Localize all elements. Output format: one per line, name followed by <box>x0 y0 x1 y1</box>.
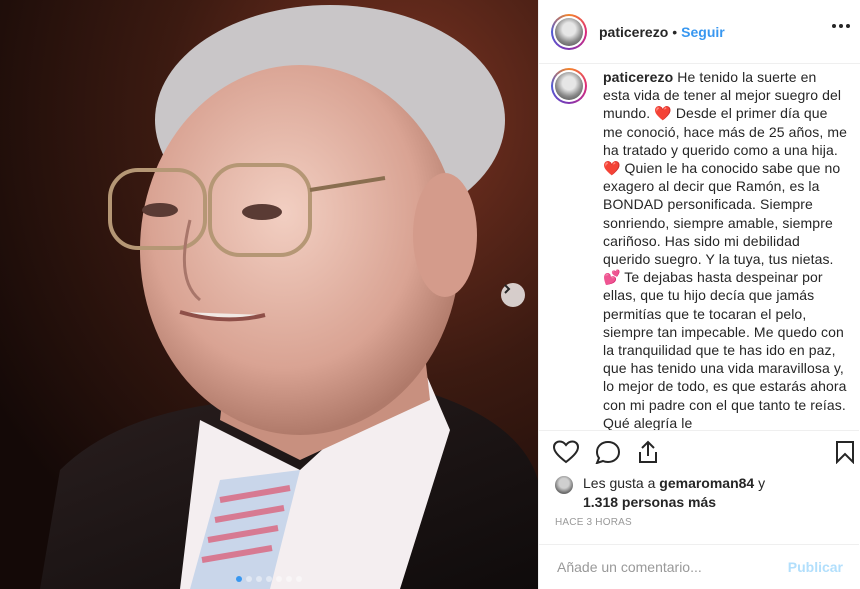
carousel-dot <box>266 576 272 582</box>
heart-emoji: ❤️ <box>603 160 621 177</box>
carousel-dot <box>296 576 302 582</box>
likes-prefix: Les gusta a <box>583 475 656 491</box>
heart-emoji: ❤️ <box>654 105 672 122</box>
liker-avatar[interactable] <box>555 476 573 494</box>
post-timestamp[interactable]: HACE 3 HORAS <box>555 517 632 528</box>
caption-username[interactable]: paticerezo <box>603 69 673 85</box>
likes-conjunction: y <box>758 475 766 491</box>
carousel-dot <box>236 576 242 582</box>
carousel-dot <box>276 576 282 582</box>
separator-dot: • <box>672 23 678 40</box>
likes-others[interactable]: 1.318 personas más <box>583 494 716 510</box>
more-dots-icon <box>832 24 836 28</box>
likes-summary: Les gusta a gemaroman84 y 1.318 personas… <box>555 474 855 512</box>
avatar[interactable] <box>551 13 587 50</box>
share-icon[interactable] <box>637 440 659 464</box>
caption-part-3: Quien le ha conocido sabe que no exagero… <box>603 160 841 268</box>
publish-button[interactable]: Publicar <box>788 559 843 575</box>
portrait-illustration <box>0 0 538 589</box>
carousel-dot <box>246 576 252 582</box>
carousel-dots <box>0 576 538 582</box>
comment-input[interactable] <box>555 558 788 576</box>
follow-button[interactable]: Seguir <box>681 24 725 40</box>
liker-username[interactable]: gemaroman84 <box>659 475 754 491</box>
post-sidebar: paticerezo • Seguir paticerezo He tenido… <box>538 0 860 589</box>
action-bar <box>539 430 859 472</box>
post-header: paticerezo • Seguir <box>539 0 860 64</box>
next-slide-button[interactable] <box>501 283 525 307</box>
carousel-dot <box>256 576 262 582</box>
two-hearts-emoji: 💕 <box>603 269 621 286</box>
heart-icon[interactable] <box>553 440 579 464</box>
more-options-button[interactable] <box>832 24 850 28</box>
chevron-right-icon <box>504 284 511 294</box>
caption-avatar[interactable] <box>551 68 587 104</box>
comment-bubble-icon[interactable] <box>595 440 621 464</box>
post-photo[interactable] <box>0 0 538 589</box>
username[interactable]: paticerezo <box>599 24 668 40</box>
comment-form: Publicar <box>539 544 859 589</box>
carousel-dot <box>286 576 292 582</box>
bookmark-icon[interactable] <box>835 440 855 464</box>
caption-text: paticerezo He tenido la suerte en esta v… <box>603 68 847 430</box>
caption-area: paticerezo He tenido la suerte en esta v… <box>539 64 859 430</box>
caption-part-4: Te dejabas hasta despeinar por ellas, qu… <box>603 269 847 430</box>
